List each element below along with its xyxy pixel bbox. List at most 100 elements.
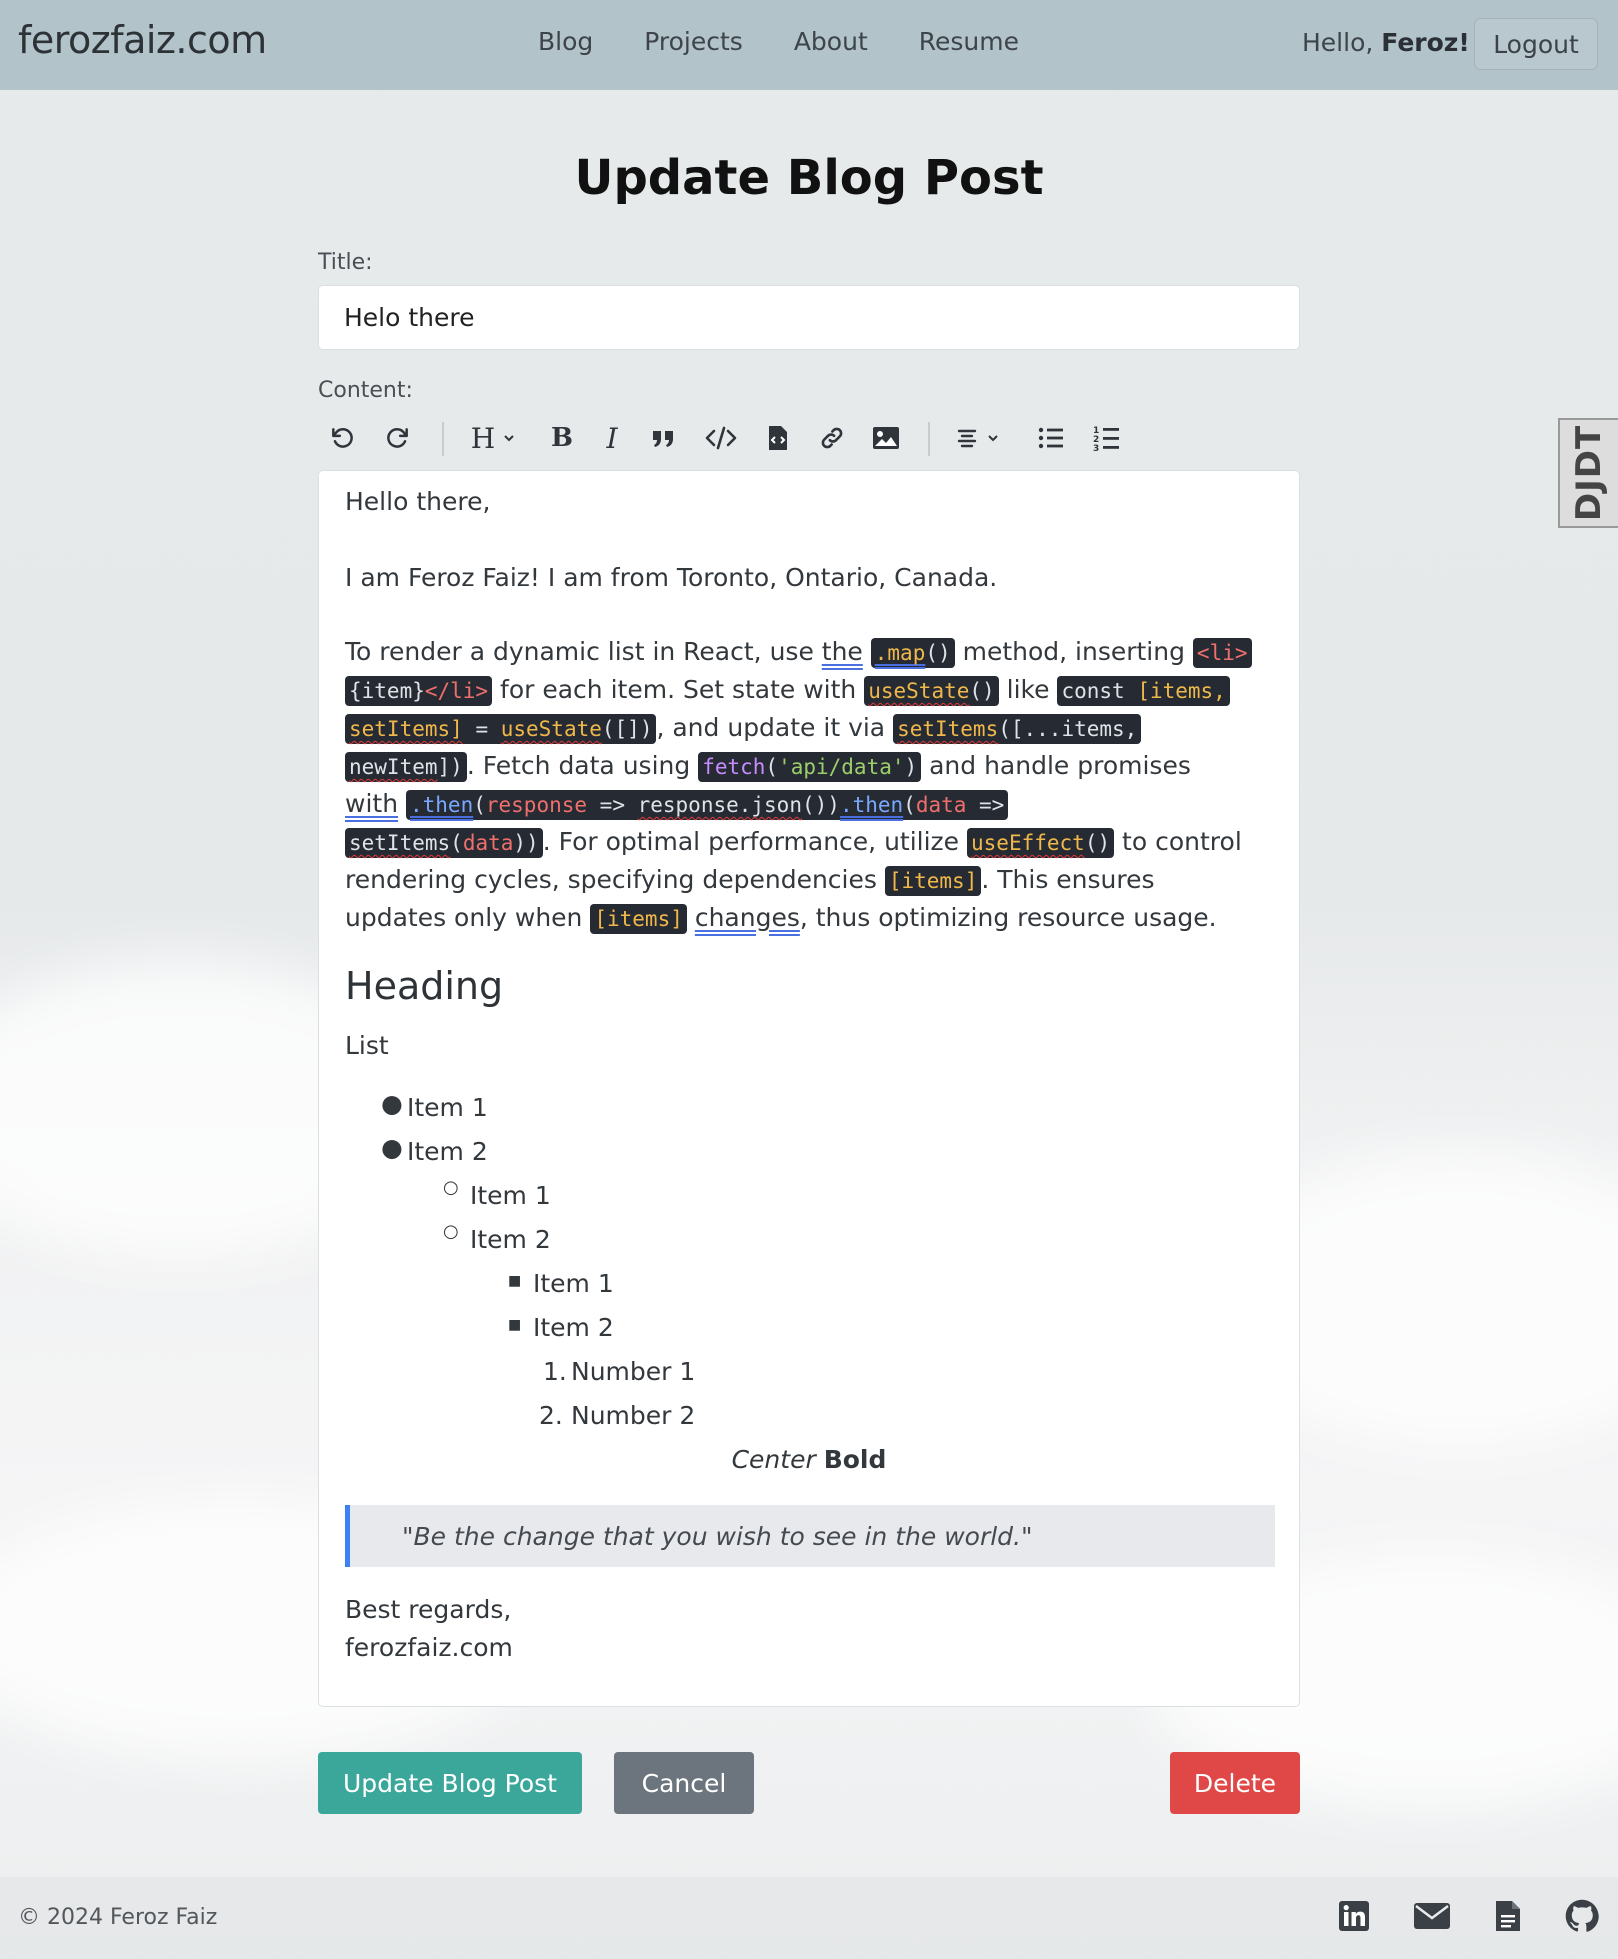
site-header: ferozfaiz.com Blog Projects About Resume… — [0, 0, 1618, 90]
redo-icon[interactable] — [382, 416, 414, 460]
list-number: 2. — [539, 1401, 563, 1430]
username: Feroz! — [1381, 28, 1470, 57]
text-run: To render a dynamic list in React, use — [345, 637, 822, 666]
site-brand-link[interactable]: ferozfaiz.com — [18, 18, 267, 62]
paragraph-line: setItems(data)). For optimal performance… — [345, 827, 1242, 858]
inline-code: [items] — [590, 904, 687, 934]
inline-code: setItems] = useState([]) — [345, 714, 657, 744]
code-token: const — [1061, 679, 1138, 703]
text-run: like — [998, 675, 1058, 704]
chevron-down-icon — [988, 435, 998, 442]
align-dropdown[interactable] — [950, 416, 1006, 460]
inline-code: .map() — [870, 638, 955, 668]
update-blog-post-button[interactable]: Update Blog Post — [318, 1752, 582, 1814]
text-run: with — [345, 789, 399, 818]
italic-button[interactable]: I — [596, 416, 628, 460]
text-run: to control — [1114, 827, 1242, 856]
bullet-disc-icon: ● — [381, 1089, 403, 1118]
code-block-icon[interactable] — [762, 416, 794, 460]
paragraph-line: with .then(response => response.json()).… — [345, 789, 1009, 820]
text-run: updates only when — [345, 903, 591, 932]
inline-code: <li> — [1192, 638, 1252, 668]
content-label: Content: — [318, 378, 413, 403]
text-run: . Fetch data using — [466, 751, 699, 780]
code-token: useState — [868, 679, 970, 703]
nav-blog[interactable]: Blog — [538, 27, 593, 56]
italic-icon: I — [606, 421, 618, 455]
linkedin-icon[interactable] — [1336, 1897, 1372, 1935]
text-run: . This ensures — [981, 865, 1155, 894]
code-token: ([...items, — [998, 717, 1138, 741]
list-item: Item 2 — [533, 1313, 614, 1342]
nav-about[interactable]: About — [794, 27, 868, 56]
inline-code: [items] — [884, 866, 982, 896]
github-icon[interactable] — [1564, 1897, 1600, 1935]
resume-document-icon[interactable] — [1490, 1897, 1526, 1935]
quote-icon[interactable] — [648, 416, 680, 460]
content-editor[interactable]: Hello there, I am Feroz Faiz! I am from … — [318, 470, 1300, 1707]
paragraph-line: setItems] = useState([]), and update it … — [345, 713, 1142, 744]
bold-button[interactable]: B — [546, 416, 578, 460]
list-item: Number 1 — [571, 1357, 696, 1386]
code-token: 'api/data' — [778, 755, 905, 779]
code-icon[interactable] — [702, 416, 740, 460]
bullet-disc-icon: ● — [381, 1133, 403, 1162]
signoff-link[interactable]: ferozfaiz.com — [345, 1633, 513, 1662]
site-footer — [0, 1877, 1618, 1959]
inline-code: const [items, — [1057, 676, 1230, 706]
title-input[interactable]: Helo there — [318, 285, 1300, 350]
text-run: . For optimal performance, utilize — [542, 827, 968, 856]
logout-button[interactable]: Logout — [1474, 18, 1598, 70]
user-greeting: Hello, Feroz! — [1302, 28, 1470, 57]
code-token: .map — [874, 641, 926, 665]
intro-paragraph: I am Feroz Faiz! I am from Toronto, Onta… — [345, 563, 998, 592]
code-token: [items, — [1137, 679, 1226, 703]
delete-button[interactable]: Delete — [1170, 1752, 1300, 1814]
link-icon[interactable] — [814, 416, 850, 460]
text-run: the — [821, 637, 863, 666]
code-token: useEffect — [971, 831, 1085, 855]
debug-toolbar-handle[interactable]: DJDT — [1558, 418, 1618, 528]
greeting-text: Hello, — [1302, 28, 1374, 57]
undo-icon[interactable] — [326, 416, 358, 460]
copyright-text: © 2024 Feroz Faiz — [18, 1905, 218, 1930]
code-token: useState — [500, 717, 602, 741]
text-run: , and update it via — [656, 713, 894, 742]
code-token: ( — [765, 755, 779, 779]
code-token: newItem — [349, 755, 438, 779]
text-run: changes — [694, 903, 800, 932]
code-token: => — [966, 793, 1005, 817]
signoff-text: Best regards, — [345, 1595, 512, 1624]
title-label: Title: — [318, 250, 373, 275]
heading-icon: H — [470, 421, 496, 455]
inline-code: useEffect() — [967, 828, 1115, 858]
image-icon[interactable] — [870, 416, 902, 460]
bullet-circle-icon: ○ — [443, 1177, 459, 1198]
code-token: () — [969, 679, 995, 703]
code-token: ( — [450, 831, 463, 855]
page-title: Update Blog Post — [574, 150, 1044, 206]
list-item: Item 2 — [470, 1225, 551, 1254]
bullet-list-icon[interactable] — [1034, 416, 1068, 460]
code-token: )) — [513, 831, 539, 855]
nav-projects[interactable]: Projects — [644, 27, 743, 56]
greeting-paragraph: Hello there, — [345, 487, 491, 516]
centered-text: Center Bold — [319, 1445, 1299, 1474]
code-token: ( — [903, 793, 916, 817]
inline-code: useState() — [864, 676, 999, 706]
bullet-square-icon: ■ — [508, 1273, 522, 1289]
email-icon[interactable] — [1412, 1897, 1452, 1935]
bold-icon: B — [551, 423, 573, 453]
ordered-list-icon[interactable]: 123 — [1090, 416, 1124, 460]
nav-resume[interactable]: Resume — [919, 27, 1019, 56]
align-icon — [957, 429, 977, 448]
text-run: , thus optimizing resource usage. — [799, 903, 1217, 932]
heading-dropdown[interactable]: H — [464, 416, 524, 460]
code-token: .then — [410, 793, 474, 817]
code-token: ]) — [437, 755, 463, 779]
code-token: data — [462, 831, 514, 855]
inline-code: fetch('api/data') — [698, 752, 922, 782]
svg-text:3: 3 — [1093, 444, 1099, 452]
centered-bold-text: Bold — [823, 1445, 887, 1474]
cancel-button[interactable]: Cancel — [614, 1752, 754, 1814]
